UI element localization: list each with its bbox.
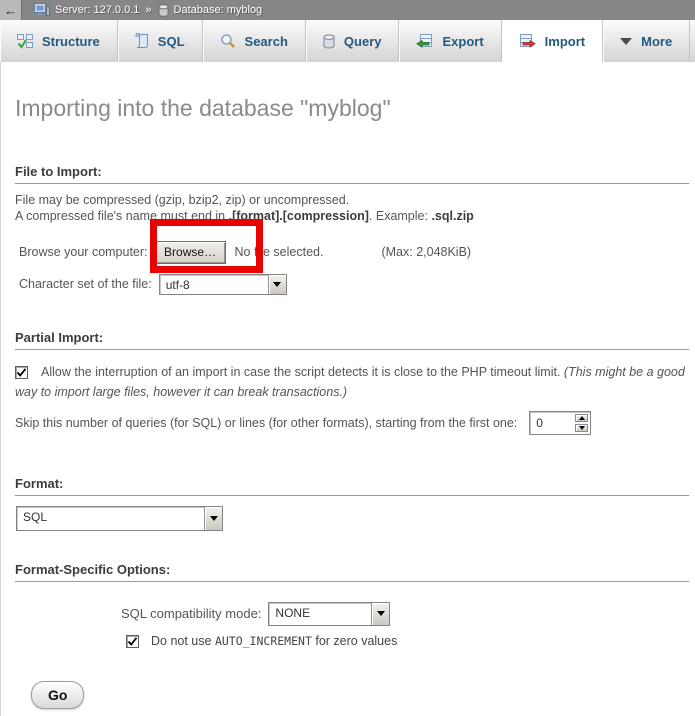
tab-label: Query: [344, 34, 382, 49]
spinner-up-button[interactable]: [575, 414, 588, 422]
sql-compatibility-label: SQL compatibility mode:: [121, 606, 261, 621]
allow-interrupt-label: Allow the interruption of an import in c…: [41, 365, 564, 379]
tab-bar: Structure SQL Search Query: [0, 20, 695, 62]
database-icon: [158, 4, 169, 17]
section-heading-file-to-import: File to Import:: [15, 164, 689, 184]
sql-icon: [135, 33, 149, 49]
charset-label: Character set of the file:: [19, 277, 152, 291]
import-page: Importing into the database "myblog" Fil…: [0, 62, 695, 716]
import-icon: [519, 33, 536, 49]
breadcrumb-separator: »: [145, 4, 151, 16]
structure-icon: [17, 33, 33, 49]
compression-help-text: File may be compressed (gzip, bzip2, zip…: [15, 192, 695, 224]
dropdown-arrow-icon[interactable]: [268, 275, 286, 294]
skip-queries-label: Skip this number of queries (for SQL) or…: [15, 416, 517, 430]
format-selected-value: SQL: [17, 507, 204, 530]
dropdown-arrow-icon[interactable]: [371, 603, 389, 625]
charset-selected-value: utf-8: [160, 275, 268, 294]
breadcrumb-server-label: Server: 127.0.0.1: [55, 4, 139, 16]
section-heading-format-options: Format-Specific Options:: [15, 562, 689, 582]
search-icon: [220, 33, 236, 49]
back-arrow-icon: ←: [4, 3, 17, 18]
tab-label: More: [641, 34, 672, 49]
charset-row: Character set of the file: utf-8: [15, 273, 695, 295]
page-title: Importing into the database "myblog": [15, 62, 695, 122]
auto-increment-option: Do not use AUTO_INCREMENT for zero value…: [15, 634, 695, 648]
skip-queries-row: Skip this number of queries (for SQL) or…: [15, 410, 695, 435]
browse-label: Browse your computer:: [19, 245, 148, 259]
spinner-buttons: [573, 412, 590, 434]
tab-query[interactable]: Query: [306, 20, 400, 62]
tab-more[interactable]: More: [603, 20, 690, 62]
breadcrumb-server[interactable]: Server: 127.0.0.1: [34, 3, 139, 17]
tab-label: Structure: [42, 34, 100, 49]
allow-interrupt-option: Allow the interruption of an import in c…: [15, 362, 693, 402]
tab-export[interactable]: Export: [399, 20, 501, 62]
no-file-selected-text: No file selected.: [235, 245, 324, 259]
spinner-down-button[interactable]: [575, 424, 588, 432]
sql-compatibility-row: SQL compatibility mode: NONE: [15, 601, 695, 626]
sql-compatibility-select[interactable]: NONE: [268, 602, 390, 626]
query-icon: [323, 34, 335, 49]
skip-queries-input[interactable]: 0: [529, 411, 591, 435]
skip-queries-value: 0: [530, 412, 573, 434]
chevron-down-icon: [620, 38, 632, 45]
tab-label: Import: [545, 34, 585, 49]
breadcrumb-database-label: Database: myblog: [174, 4, 263, 16]
auto-increment-checkbox[interactable]: [126, 635, 139, 648]
browse-button[interactable]: Browse…: [155, 241, 226, 264]
format-select[interactable]: SQL: [16, 506, 223, 531]
breadcrumb-database[interactable]: Database: myblog: [158, 4, 263, 17]
tab-label: Export: [442, 34, 483, 49]
auto-increment-code: AUTO_INCREMENT: [215, 634, 312, 648]
tab-label: SQL: [158, 34, 185, 49]
breadcrumb-bar: ← Server: 127.0.0.1 » Database: myblog: [0, 0, 695, 20]
tab-structure[interactable]: Structure: [0, 20, 118, 62]
go-button[interactable]: Go: [31, 681, 84, 709]
section-heading-format: Format:: [15, 476, 689, 496]
browse-row: Browse your computer: Browse… No file se…: [15, 240, 695, 264]
dropdown-arrow-icon[interactable]: [204, 507, 222, 530]
tab-sql[interactable]: SQL: [118, 20, 203, 62]
sql-compatibility-value: NONE: [269, 603, 371, 625]
max-upload-size: (Max: 2,048KiB): [381, 245, 471, 259]
export-icon: [416, 33, 433, 49]
tab-import[interactable]: Import: [502, 20, 603, 62]
tab-label: Search: [245, 34, 288, 49]
tab-search[interactable]: Search: [203, 20, 306, 62]
section-heading-partial-import: Partial Import:: [15, 330, 689, 350]
back-button[interactable]: ←: [0, 0, 22, 20]
server-icon: [34, 3, 50, 17]
allow-interrupt-checkbox[interactable]: [15, 366, 28, 379]
charset-select[interactable]: utf-8: [159, 274, 287, 295]
auto-increment-label: Do not use AUTO_INCREMENT for zero value…: [151, 634, 397, 648]
